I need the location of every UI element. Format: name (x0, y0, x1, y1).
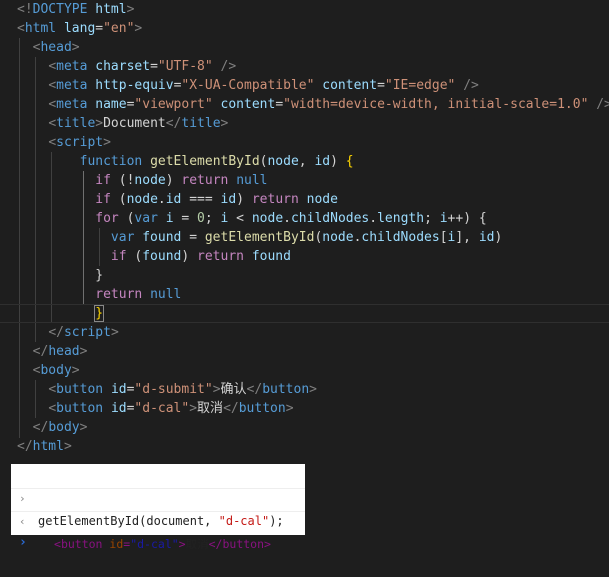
code-line[interactable]: <script> (0, 133, 609, 152)
code-line[interactable]: </body> (0, 418, 609, 437)
code-line[interactable]: } (0, 266, 609, 285)
code-line[interactable]: <button id="d-cal">取消</button> (0, 399, 609, 418)
code-line[interactable]: <!DOCTYPE html> (0, 0, 609, 19)
code-line[interactable]: var found = getElementById(node.childNod… (0, 228, 609, 247)
prompt-chevron-icon: › (19, 535, 27, 550)
code-line[interactable]: function getElementById(node, id) { (0, 152, 609, 171)
code-line[interactable]: <meta charset="UTF-8" /> (0, 57, 609, 76)
code-line[interactable]: </html> (0, 437, 609, 456)
code-line[interactable]: return null (0, 285, 609, 304)
code-line[interactable]: for (var i = 0; i < node.childNodes.leng… (0, 209, 609, 228)
code-line[interactable]: if (found) return found (0, 247, 609, 266)
code-line[interactable]: </script> (0, 323, 609, 342)
code-line[interactable]: <meta http-equiv="X-UA-Compatible" conte… (0, 76, 609, 95)
code-line[interactable]: if (node.id === id) return node (0, 190, 609, 209)
code-line[interactable]: <head> (0, 38, 609, 57)
console-input-row: › getElementById(document, "d-cal"); (11, 466, 305, 528)
code-line[interactable]: <meta name="viewport" content="width=dev… (0, 95, 609, 114)
code-line[interactable]: } (0, 304, 609, 323)
console-result-element[interactable]: <button id="d-cal">取消</button> (54, 533, 271, 555)
devtools-console[interactable]: › getElementById(document, "d-cal"); ‹ <… (11, 464, 305, 551)
code-line[interactable]: </head> (0, 342, 609, 361)
console-output-row: ‹ <button id="d-cal">取消</button> (11, 488, 305, 551)
console-prompt-row[interactable]: › (11, 510, 305, 550)
code-line[interactable]: <title>Document</title> (0, 114, 609, 133)
code-editor[interactable]: <!DOCTYPE html> <html lang="en"> <head> <… (0, 0, 609, 460)
code-line[interactable]: <body> (0, 361, 609, 380)
code-line[interactable]: <button id="d-submit">确认</button> (0, 380, 609, 399)
code-line[interactable]: <html lang="en"> (0, 19, 609, 38)
code-line[interactable]: if (!node) return null (0, 171, 609, 190)
